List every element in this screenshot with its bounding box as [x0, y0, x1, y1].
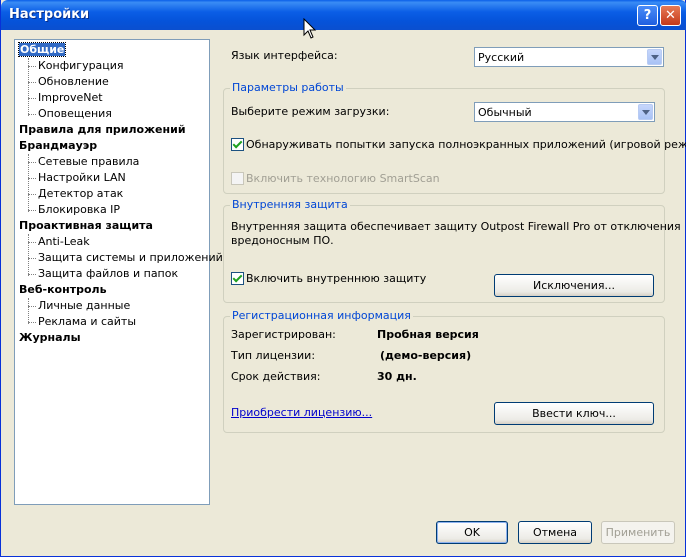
tree-item-ads-sites[interactable]: Реклама и сайты [38, 314, 136, 329]
chevron-down-icon[interactable] [647, 49, 662, 65]
smartscan-label: Включить технологию SmartScan [246, 172, 440, 185]
language-value: Русский [478, 51, 525, 64]
language-select[interactable]: Русский [474, 47, 664, 67]
boot-mode-value: Обычный [478, 106, 532, 119]
internal-protection-label[interactable]: Включить внутреннюю защиту [246, 272, 426, 285]
boot-mode-select[interactable]: Обычный [474, 102, 655, 122]
tree-item-ip-blocking[interactable]: Блокировка IP [38, 202, 120, 217]
tree-connector [28, 210, 36, 211]
tree-item-configuration[interactable]: Конфигурация [38, 58, 124, 73]
language-label: Язык интерфейса: [231, 49, 338, 62]
tree-connector [28, 298, 29, 324]
tree-item-attack-detector[interactable]: Детектор атак [38, 186, 123, 201]
tree-connector [28, 306, 36, 307]
tree-item-system-protection[interactable]: Защита системы и приложений [38, 250, 223, 265]
tree-item-general[interactable]: Общие [17, 42, 67, 57]
tree-item-proactive[interactable]: Проактивная защита [19, 218, 153, 233]
enter-key-button[interactable]: Ввести ключ... [494, 402, 654, 425]
close-button[interactable]: ✕ [660, 5, 681, 26]
settings-tree[interactable]: Общие Конфигурация Обновление ImproveNet… [14, 39, 223, 505]
internal-protection-title: Внутренняя защита [230, 198, 350, 211]
tree-item-anti-leak[interactable]: Anti-Leak [38, 234, 90, 249]
fullscreen-checkbox[interactable] [231, 138, 244, 151]
window-title: Настройки [9, 7, 90, 22]
boot-mode-label: Выберите режим загрузки: [231, 105, 390, 118]
license-type-value: (демо-версия) [380, 349, 472, 362]
tree-connector [28, 82, 36, 83]
tree-connector [28, 194, 36, 195]
validity-value: 30 дн. [377, 370, 417, 383]
tree-connector [28, 242, 36, 243]
tree-item-improvenet[interactable]: ImproveNet [38, 90, 103, 105]
exceptions-button[interactable]: Исключения... [494, 274, 654, 297]
registered-label: Зарегистрирован: [231, 328, 336, 341]
tree-connector [28, 98, 36, 99]
tree-item-firewall[interactable]: Брандмауэр [19, 138, 97, 153]
tree-item-web-control[interactable]: Веб-контроль [19, 282, 107, 297]
tree-connector [28, 274, 36, 275]
validity-label: Срок действия: [231, 370, 321, 383]
license-type-label: Тип лицензии: [231, 349, 316, 362]
internal-description-line2: вредоносным ПО. [231, 234, 334, 247]
title-bar[interactable]: Настройки ? ✕ [1, 0, 686, 30]
tree-item-network-rules[interactable]: Сетевые правила [38, 154, 139, 169]
fullscreen-label[interactable]: Обнаруживать попытки запуска полноэкранн… [246, 138, 686, 151]
tree-connector [28, 178, 36, 179]
buy-license-link[interactable]: Приобрести лицензию... [231, 406, 372, 419]
apply-button: Применить [601, 521, 675, 544]
settings-window: Настройки ? ✕ Общие Конфигурация Обновле… [0, 0, 686, 557]
tree-connector [28, 162, 36, 163]
registered-value: Пробная версия [377, 328, 479, 341]
help-button[interactable]: ? [637, 5, 658, 26]
cancel-button[interactable]: Отмена [518, 521, 592, 544]
ok-button[interactable]: OK [436, 521, 508, 544]
work-params-title: Параметры работы [230, 81, 346, 94]
tree-item-file-protection[interactable]: Защита файлов и папок [38, 266, 178, 281]
tree-item-personal-data[interactable]: Личные данные [38, 298, 130, 313]
internal-description-line1: Внутренняя защита обеспечивает защиту Ou… [231, 220, 681, 233]
registration-title: Регистрационная информация [230, 309, 413, 322]
tree-item-notifications[interactable]: Оповещения [38, 106, 112, 121]
tree-connector [28, 114, 36, 115]
internal-protection-checkbox[interactable] [231, 272, 244, 285]
chevron-down-icon[interactable] [638, 104, 653, 120]
tree-item-app-rules[interactable]: Правила для приложений [19, 122, 186, 137]
tree-item-update[interactable]: Обновление [38, 74, 109, 89]
smartscan-checkbox [231, 172, 244, 185]
mouse-cursor-icon [303, 18, 317, 39]
tree-item-lan-settings[interactable]: Настройки LAN [38, 170, 126, 185]
tree-connector [28, 322, 36, 323]
tree-connector [28, 234, 29, 276]
tree-connector [28, 66, 36, 67]
tree-connector [28, 258, 36, 259]
tree-item-logs[interactable]: Журналы [19, 330, 81, 345]
